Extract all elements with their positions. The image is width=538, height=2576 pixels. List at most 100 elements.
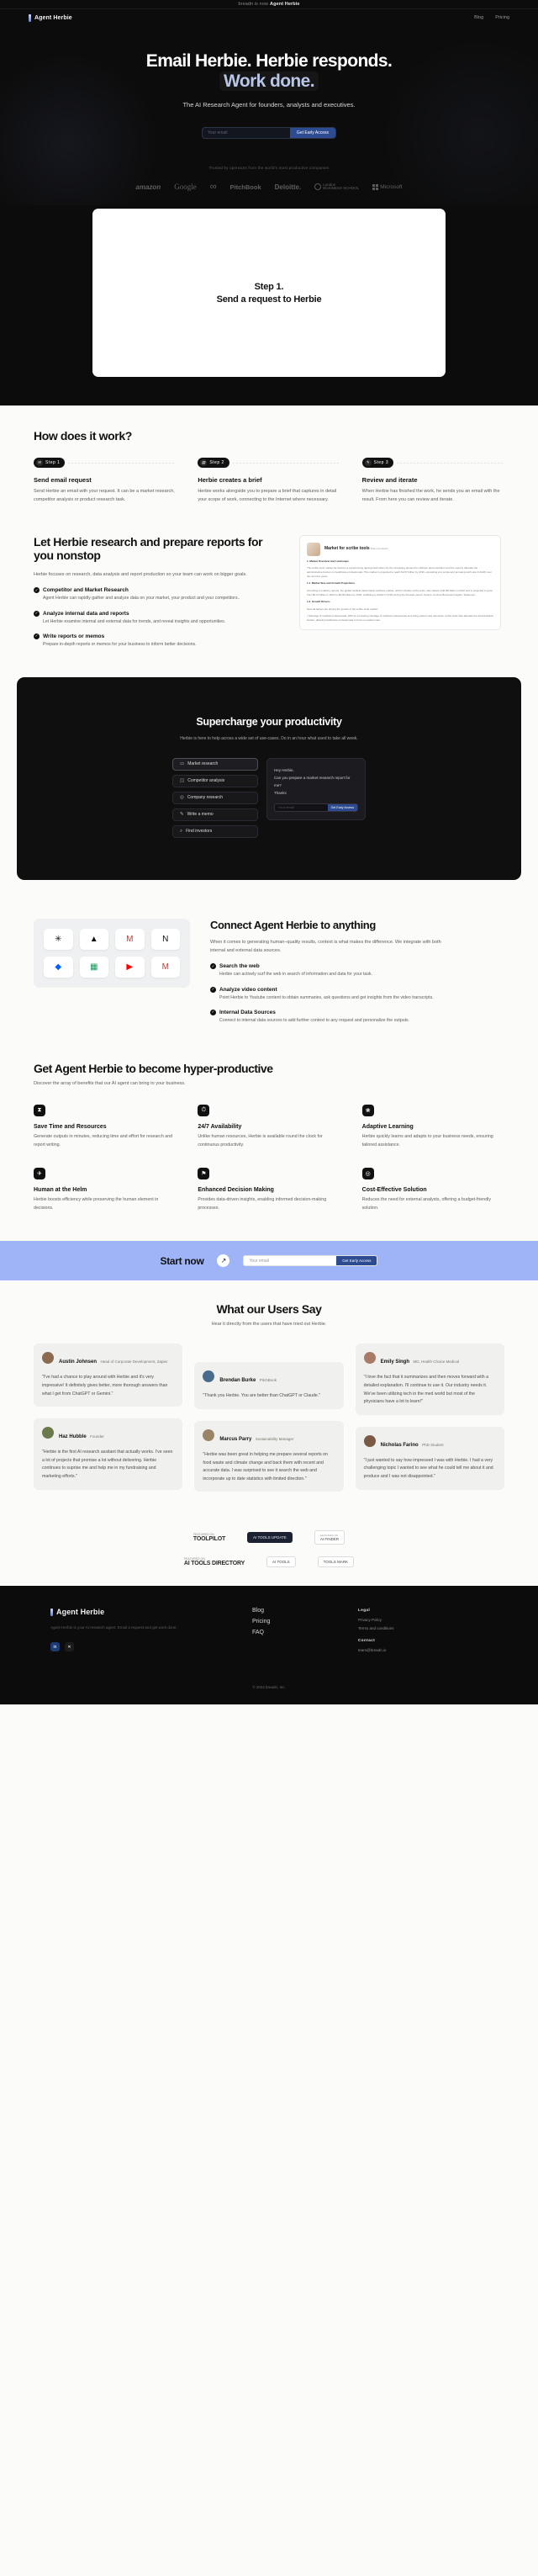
footer-link-email[interactable]: team@breadn.io — [358, 1648, 430, 1652]
chip-company-research[interactable]: ◎ Company research — [172, 791, 258, 804]
testimonials-subtitle: Hear it directly from the users that hav… — [211, 1322, 327, 1328]
check-icon: ✓ — [210, 1009, 216, 1015]
footer-brand[interactable]: Agent Herbie — [50, 1608, 219, 1616]
integration-dropbox-icon[interactable]: ◆ — [44, 956, 73, 978]
report-p1: The scribe tools market for doctors is e… — [307, 566, 492, 578]
how-step-3-body: When Herbie has finished the work, he se… — [361, 489, 500, 503]
badge-ai-tools[interactable]: AI TOOLS — [266, 1556, 296, 1568]
footer-link-terms[interactable]: Terms and conditions — [358, 1626, 430, 1630]
hero-email-form: Get Early Access — [202, 127, 336, 140]
testimonial-name: Brendan Burke — [219, 1378, 256, 1384]
supercharge-cta-button[interactable]: Get Early Access — [327, 803, 357, 811]
chip-market-research-label: Market research — [187, 761, 219, 766]
research-title: Let Herbie research and prepare reports … — [34, 534, 263, 563]
testimonial-name: Emily Singh — [380, 1360, 409, 1365]
chip-market-research[interactable]: ▭ Market research — [172, 757, 258, 771]
nav-link-pricing[interactable]: Pricing — [495, 15, 509, 20]
step-divider — [68, 462, 177, 464]
check-icon: ✓ — [210, 963, 216, 970]
badge-tools-mark-label: TOOLS MARK — [323, 1560, 349, 1565]
connect-feature-1-body: Herbie can actively surf the web in sear… — [219, 972, 372, 978]
research-feature-2-body: Let Herbie examine internal and external… — [43, 618, 226, 624]
report-status: Task completed — [370, 546, 388, 550]
integration-gmail-icon[interactable]: M — [115, 928, 145, 950]
badge-ai-tools-update[interactable]: AI TOOLS UPDATE — [247, 1532, 293, 1544]
step-3-badge-label: Step 3 — [373, 460, 389, 466]
connect-feature-1-title: Search the web — [219, 963, 260, 970]
testimonial-card: Nicholas Farino PhD Student "I just want… — [355, 1426, 504, 1490]
testimonial-role: Founder — [90, 1434, 104, 1439]
how-step-1-title: Send email request — [34, 476, 92, 485]
research-feature-1-body: Agent Herbie can rapidly gather and anal… — [43, 596, 240, 602]
testimonial-role: Sustainability Manager — [255, 1436, 294, 1441]
footer-link-blog[interactable]: Blog — [252, 1608, 324, 1614]
chip-find-investors[interactable]: ⌕ Find investors — [172, 824, 258, 838]
how-steps: ✉ Step 1 Send email request Send Herbie … — [34, 458, 504, 504]
avatar — [203, 1428, 215, 1441]
footer-brand-name: Agent Herbie — [56, 1608, 105, 1617]
avatar — [203, 1370, 215, 1383]
badge-ai-finder[interactable]: FEATURED ON AI FINDER — [314, 1530, 345, 1545]
linkedin-icon[interactable]: in — [50, 1642, 60, 1652]
hero-email-input[interactable] — [203, 128, 290, 139]
hero-subtitle: The AI Research Agent for founders, anal… — [182, 101, 356, 109]
footer-copyright: © 2024 breadn, Inc. — [252, 1685, 286, 1690]
connect-title: Connect Agent Herbie to anything — [210, 918, 376, 931]
testimonial-column-2: Brendan Burke PitchBook "Thank you Herbi… — [194, 1344, 344, 1492]
use-case-chips: ▭ Market research ◫ Competitor analysis … — [172, 757, 258, 838]
integration-slack-icon[interactable]: ✳ — [44, 928, 73, 950]
connect-feature-1: ✓ Search the web Herbie can actively sur… — [210, 963, 451, 978]
connect-feature-2-body: Point Herbie to Youtube content to obtai… — [219, 994, 434, 1000]
testimonial-column-1: Austin Johnsen Head of Corporate Develop… — [34, 1344, 183, 1490]
start-now-cta: Start now ↗ Get Early Access — [0, 1241, 538, 1281]
benefits-subtitle: Discover the array of benefits that our … — [34, 1081, 186, 1087]
cta-submit-button[interactable]: Get Early Access — [336, 1256, 377, 1266]
logo-pitchbook: PitchBook — [229, 183, 261, 191]
integration-notion-icon[interactable]: N — [150, 928, 180, 950]
trusted-logos: amazon Google ∞ PitchBook Deloitte. Lond… — [0, 182, 538, 205]
footer-link-faq[interactable]: FAQ — [252, 1630, 324, 1635]
how-step-1: ✉ Step 1 Send email request Send Herbie … — [34, 458, 177, 504]
supercharge-email-input[interactable] — [275, 803, 328, 811]
badge-ai-tools-directory[interactable]: FEATURED ON AI TOOLS DIRECTORY — [184, 1557, 245, 1566]
document-icon: ▤ — [200, 459, 208, 467]
step-divider — [232, 462, 340, 464]
integration-outlook-icon[interactable]: M — [150, 956, 180, 978]
brand-logo[interactable]: Agent Herbie — [29, 13, 72, 22]
benefit-availability: ⏱ 24/7 Availability Unlike human resourc… — [198, 1105, 340, 1149]
hero-cta-button[interactable]: Get Early Access — [289, 128, 335, 139]
integration-drive-icon[interactable]: ▲ — [79, 928, 108, 950]
how-step-3-title: Review and iterate — [361, 476, 418, 485]
chip-write-a-memo[interactable]: ✎ Write a memo — [172, 808, 258, 821]
testimonial-card: Emily Singh MD, Health Choice Medical "I… — [355, 1344, 504, 1415]
clock-icon: ⏱ — [198, 1105, 210, 1117]
footer-link-privacy[interactable]: Privacy Policy — [358, 1618, 430, 1622]
step-2-badge: ▤ Step 2 — [198, 458, 229, 469]
benefit-5-body: Provides data-driven insights, enabling … — [198, 1197, 327, 1211]
footer-link-pricing[interactable]: Pricing — [252, 1619, 324, 1625]
avatar — [42, 1352, 54, 1365]
hero-line-1: Email Herbie. Herbie responds. — [145, 51, 393, 71]
chip-competitor-analysis[interactable]: ◫ Competitor analysis — [172, 774, 258, 787]
announcement-bar[interactable]: breadn is now Agent Herbie — [0, 0, 538, 9]
benefit-cost-effective: ◎ Cost-Effective Solution Reduces the ne… — [361, 1168, 504, 1212]
step-card-band: Step 1. Send a request to Herbie — [0, 205, 538, 406]
badge-ai-tools-directory-label: AI TOOLS DIRECTORY — [183, 1561, 245, 1567]
nav-link-blog[interactable]: Blog — [474, 15, 483, 20]
email-body: Can you prepare a market research report… — [274, 775, 351, 787]
testimonial-quote: "Herbie is the first AI research assitan… — [42, 1450, 173, 1480]
integration-sheets-icon[interactable]: ▦ — [79, 956, 108, 978]
benefit-adaptive-learning: ❀ Adaptive Learning Herbie quickly learn… — [361, 1105, 504, 1149]
connect-feature-3: ✓ Internal Data Sources Connect to inter… — [210, 1009, 451, 1025]
how-step-3: ✎ Step 3 Review and iterate When Herbie … — [361, 458, 504, 504]
report-h1: 1. Market Overview and Landscape — [307, 559, 349, 563]
x-icon[interactable]: ✕ — [65, 1642, 74, 1652]
badge-toolpilot[interactable]: FEATURED ON TOOLPILOT — [193, 1533, 225, 1542]
cta-email-input[interactable] — [244, 1256, 337, 1266]
step-1-badge: ✉ Step 1 — [34, 458, 66, 469]
benefit-save-time: ⧗ Save Time and Resources Generate outpu… — [34, 1105, 176, 1149]
avatar — [363, 1352, 376, 1365]
badge-tools-mark[interactable]: TOOLS MARK — [317, 1556, 355, 1568]
step-divider — [397, 462, 504, 464]
integration-youtube-icon[interactable]: ▶ — [115, 956, 145, 978]
